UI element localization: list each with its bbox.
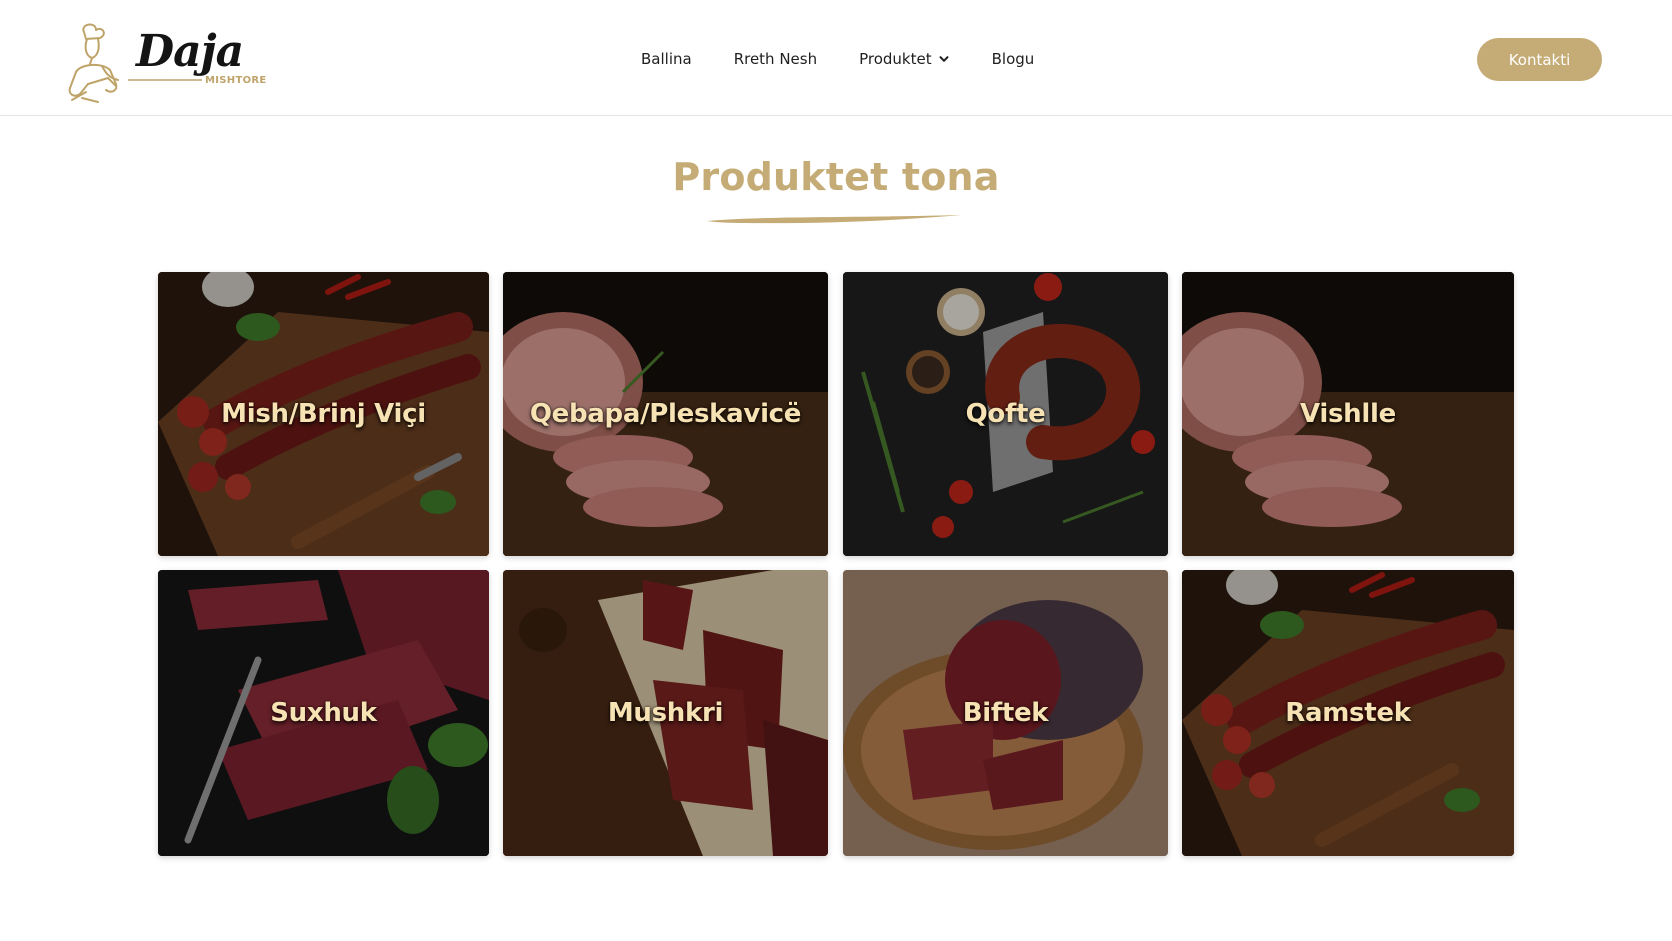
chef-logo-icon [68, 23, 119, 103]
nav-item-label: Ballina [641, 50, 692, 68]
product-label: Suxhuk [270, 698, 377, 728]
nav-item-produktet[interactable]: Produktet [859, 50, 950, 68]
product-card[interactable]: Vishlle [1182, 272, 1514, 556]
product-label: Vishlle [1300, 399, 1396, 429]
main-nav: Ballina Rreth Nesh Produktet Blogu [641, 47, 1034, 71]
product-label: Qofte [965, 399, 1046, 429]
title-brush-underline [707, 215, 961, 224]
nav-item-label: Blogu [991, 50, 1035, 68]
product-card[interactable]: Mushkri [503, 570, 828, 856]
logo[interactable]: Daja MISHTORE [62, 22, 272, 106]
site-header: Daja MISHTORE Ballina Rreth Nesh Produkt… [0, 0, 1672, 116]
nav-item-label: Rreth Nesh [733, 50, 818, 68]
section-title: Produktet tona [672, 155, 1000, 199]
product-card[interactable]: Suxhuk [158, 570, 489, 856]
chevron-down-icon [939, 56, 949, 62]
logo-subtitle: MISHTORE [205, 75, 267, 86]
nav-item-label: Produktet [859, 50, 932, 68]
contact-button[interactable]: Kontakti [1477, 38, 1602, 81]
product-card[interactable]: Ramstek [1182, 570, 1514, 856]
product-card[interactable]: Mish/Brinj Viçi [158, 272, 489, 556]
nav-item-rreth-nesh[interactable]: Rreth Nesh [734, 50, 817, 68]
product-card[interactable]: Biftek [843, 570, 1168, 856]
product-label: Biftek [962, 698, 1049, 728]
product-card[interactable]: Qofte [843, 272, 1168, 556]
product-label: Mushkri [607, 698, 724, 728]
products-grid: Mish/Brinj Viçi Qebapa/Pleskavicë Qofte … [158, 272, 1514, 856]
logo-wordmark: Daja [136, 26, 244, 77]
product-label: Ramstek [1285, 698, 1411, 728]
product-card[interactable]: Qebapa/Pleskavicë [503, 272, 828, 556]
logo-underline [128, 79, 202, 81]
nav-item-blogu[interactable]: Blogu [992, 50, 1035, 68]
product-label: Qebapa/Pleskavicë [529, 399, 802, 429]
product-label: Mish/Brinj Viçi [221, 399, 426, 429]
nav-item-ballina[interactable]: Ballina [641, 50, 692, 68]
